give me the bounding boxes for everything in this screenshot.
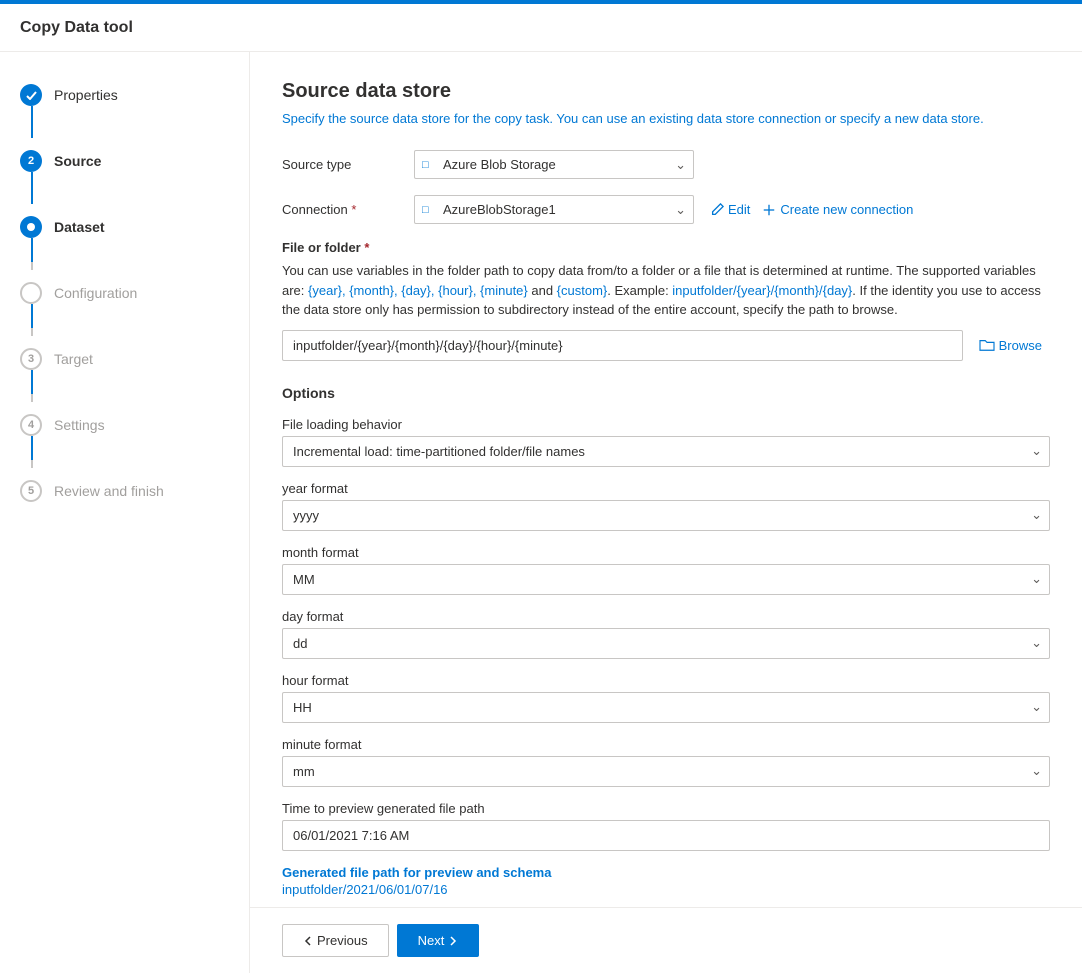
- day-format-select[interactable]: dd: [282, 628, 1050, 659]
- app-header: Copy Data tool: [0, 4, 1082, 52]
- generated-path-value: inputfolder/2021/06/01/07/16: [282, 882, 1050, 897]
- time-preview-label: Time to preview generated file path: [282, 801, 1050, 816]
- generated-path-title: Generated file path for preview and sche…: [282, 865, 1050, 880]
- step-circle-configuration: [20, 282, 42, 304]
- step-circle-dataset: [20, 216, 42, 238]
- sidebar: Properties 2 Source Dataset Configuratio…: [0, 52, 250, 973]
- sidebar-item-properties[interactable]: Properties: [0, 72, 249, 118]
- sidebar-label-dataset: Dataset: [54, 219, 105, 235]
- month-format-label: month format: [282, 545, 1050, 560]
- file-folder-title: File or folder *: [282, 240, 1050, 255]
- previous-button[interactable]: Previous: [282, 924, 389, 957]
- sidebar-label-settings: Settings: [54, 417, 105, 433]
- page-title: Source data store: [282, 80, 1050, 103]
- file-path-input[interactable]: [282, 330, 963, 361]
- month-format-select-wrapper: MM ⌄: [282, 564, 1050, 595]
- connection-select[interactable]: AzureBlobStorage1: [414, 195, 694, 224]
- plus-icon: [762, 203, 776, 217]
- sidebar-item-target[interactable]: 3 Target: [0, 336, 249, 382]
- app-title: Copy Data tool: [20, 19, 133, 37]
- file-loading-select-wrapper: Incremental load: time-partitioned folde…: [282, 436, 1050, 467]
- previous-chevron-icon: [303, 936, 313, 946]
- hour-format-select-wrapper: HH ⌄: [282, 692, 1050, 723]
- minute-format-label: minute format: [282, 737, 1050, 752]
- year-format-label: year format: [282, 481, 1050, 496]
- year-format-select-wrapper: yyyy ⌄: [282, 500, 1050, 531]
- sidebar-item-settings[interactable]: 4 Settings: [0, 402, 249, 448]
- step-circle-properties: [20, 84, 42, 106]
- file-loading-label: File loading behavior: [282, 417, 1050, 432]
- sidebar-item-review[interactable]: 5 Review and finish: [0, 468, 249, 514]
- source-type-row: Source type □ Azure Blob Storage ⌄: [282, 150, 1050, 179]
- year-format-field: year format yyyy ⌄: [282, 481, 1050, 531]
- year-format-select[interactable]: yyyy: [282, 500, 1050, 531]
- options-section: Options File loading behavior Incrementa…: [282, 385, 1050, 897]
- connection-label: Connection: [282, 202, 402, 217]
- edit-connection-button[interactable]: Edit: [710, 202, 750, 217]
- hour-format-field: hour format HH ⌄: [282, 673, 1050, 723]
- source-type-select[interactable]: Azure Blob Storage: [414, 150, 694, 179]
- connection-actions: Edit Create new connection: [710, 202, 913, 217]
- time-preview-input[interactable]: [282, 820, 1050, 851]
- connection-select-wrapper: □ AzureBlobStorage1 ⌄: [414, 195, 694, 224]
- file-path-row: Browse: [282, 330, 1050, 361]
- month-format-field: month format MM ⌄: [282, 545, 1050, 595]
- hour-format-select[interactable]: HH: [282, 692, 1050, 723]
- time-preview-field: Time to preview generated file path: [282, 801, 1050, 851]
- day-format-select-wrapper: dd ⌄: [282, 628, 1050, 659]
- edit-icon: [710, 203, 724, 217]
- file-folder-section: File or folder * You can use variables i…: [282, 240, 1050, 361]
- footer-actions: Previous Next: [250, 907, 1082, 973]
- sidebar-item-dataset[interactable]: Dataset: [0, 204, 249, 250]
- minute-format-select-wrapper: mm ⌄: [282, 756, 1050, 787]
- day-format-field: day format dd ⌄: [282, 609, 1050, 659]
- source-type-label: Source type: [282, 157, 402, 172]
- folder-icon: [979, 338, 995, 352]
- generated-path-section: Generated file path for preview and sche…: [282, 865, 1050, 897]
- month-format-select[interactable]: MM: [282, 564, 1050, 595]
- hour-format-label: hour format: [282, 673, 1050, 688]
- sidebar-label-properties: Properties: [54, 87, 118, 103]
- sidebar-label-source: Source: [54, 153, 101, 169]
- sidebar-label-target: Target: [54, 351, 93, 367]
- browse-button[interactable]: Browse: [971, 334, 1050, 357]
- step-circle-settings: 4: [20, 414, 42, 436]
- main-content: Source data store Specify the source dat…: [250, 52, 1082, 907]
- minute-format-field: minute format mm ⌄: [282, 737, 1050, 787]
- file-loading-select[interactable]: Incremental load: time-partitioned folde…: [282, 436, 1050, 467]
- minute-format-select[interactable]: mm: [282, 756, 1050, 787]
- source-type-select-wrapper: □ Azure Blob Storage ⌄: [414, 150, 694, 179]
- sidebar-item-source[interactable]: 2 Source: [0, 138, 249, 184]
- create-connection-button[interactable]: Create new connection: [762, 202, 913, 217]
- sidebar-item-configuration[interactable]: Configuration: [0, 270, 249, 316]
- next-button[interactable]: Next: [397, 924, 480, 957]
- connection-row: Connection □ AzureBlobStorage1 ⌄ Edit: [282, 195, 1050, 224]
- file-loading-field: File loading behavior Incremental load: …: [282, 417, 1050, 467]
- step-circle-source: 2: [20, 150, 42, 172]
- sidebar-label-review: Review and finish: [54, 483, 164, 499]
- options-title: Options: [282, 385, 1050, 401]
- page-subtitle: Specify the source data store for the co…: [282, 111, 1050, 126]
- sidebar-label-configuration: Configuration: [54, 285, 137, 301]
- file-folder-description: You can use variables in the folder path…: [282, 261, 1050, 320]
- step-circle-target: 3: [20, 348, 42, 370]
- step-circle-review: 5: [20, 480, 42, 502]
- day-format-label: day format: [282, 609, 1050, 624]
- next-chevron-icon: [448, 936, 458, 946]
